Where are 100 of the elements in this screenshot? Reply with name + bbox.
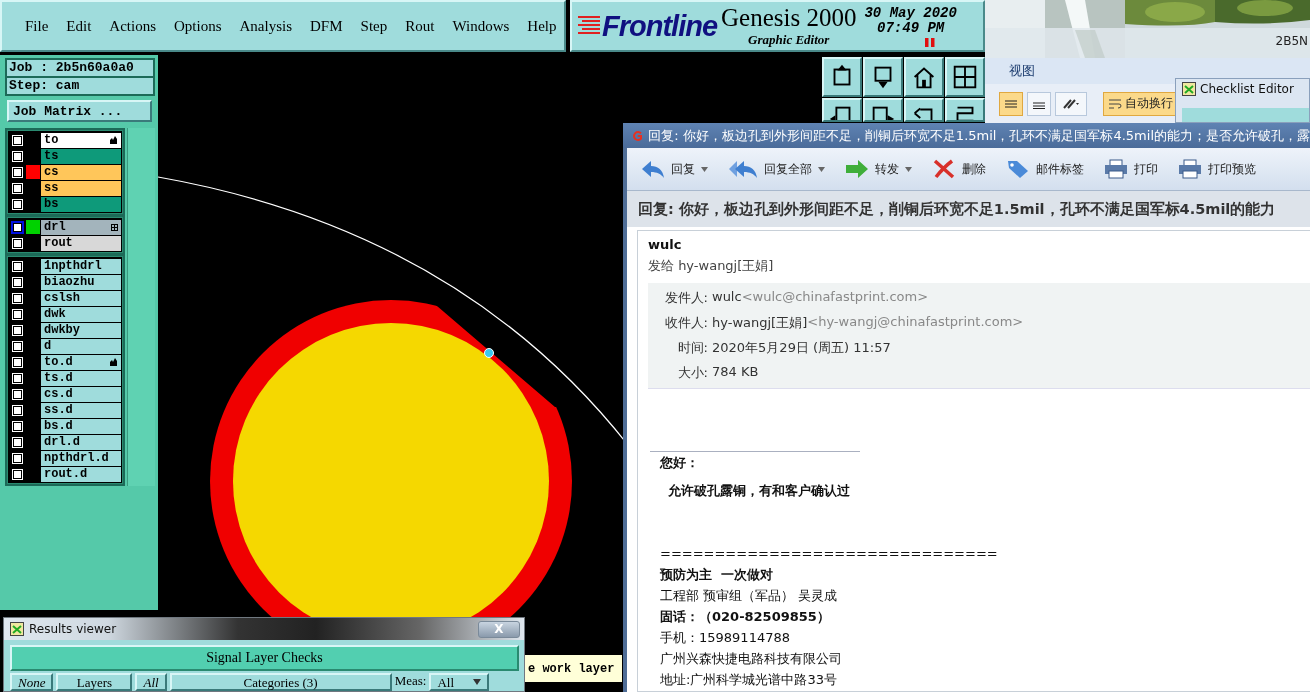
layer-name[interactable]: 1npthdrl bbox=[41, 258, 121, 274]
layer-name[interactable]: rout.d bbox=[41, 466, 121, 482]
body-text: 地址:广州科学城光谱中路33号 bbox=[660, 671, 838, 689]
toolbar-button[interactable] bbox=[945, 57, 985, 97]
layer-checkbox[interactable] bbox=[11, 467, 24, 481]
menu-item[interactable]: Edit bbox=[57, 17, 101, 35]
layer-name[interactable]: dwk bbox=[41, 306, 121, 322]
layer-checkbox[interactable] bbox=[11, 403, 24, 417]
toolbar-button[interactable] bbox=[863, 57, 903, 97]
menu-item[interactable]: File bbox=[16, 17, 58, 35]
menu-item[interactable]: Step bbox=[351, 17, 397, 35]
toolbar-button[interactable] bbox=[904, 98, 944, 122]
layer-name[interactable]: bs bbox=[41, 196, 121, 212]
layer-name[interactable]: to.d bbox=[41, 354, 121, 370]
layer-checkbox[interactable] bbox=[11, 323, 24, 337]
layer-checkbox[interactable] bbox=[11, 387, 24, 401]
filter-button[interactable]: None bbox=[10, 673, 54, 691]
meas-dropdown[interactable]: All bbox=[429, 673, 490, 691]
product-name: Genesis 2000 bbox=[721, 4, 857, 32]
body-text: =============================== bbox=[660, 545, 999, 563]
menu-item[interactable]: Actions bbox=[100, 17, 165, 35]
layer-name[interactable]: cs.d bbox=[41, 386, 121, 402]
layer-name[interactable]: npthdrl.d bbox=[41, 450, 121, 466]
layer-checkbox[interactable] bbox=[11, 435, 24, 449]
toolbar-button[interactable]: 邮件标签 bbox=[1004, 157, 1086, 181]
filter-button[interactable]: Categories (3) bbox=[169, 673, 392, 691]
menu-item[interactable]: Help bbox=[518, 17, 566, 35]
layer-color-swatch[interactable] bbox=[26, 165, 40, 179]
layer-name[interactable]: bs.d bbox=[41, 418, 121, 434]
layer-checkbox[interactable] bbox=[11, 371, 24, 385]
step-label: Step: cam bbox=[7, 78, 153, 94]
layer-name[interactable]: dwkby bbox=[41, 322, 121, 338]
ribbon-tab[interactable]: 视图 bbox=[1009, 62, 1035, 80]
job-label: Job : 2b5n60a0a0 bbox=[7, 60, 153, 76]
toolbar-button[interactable] bbox=[904, 57, 944, 97]
layer-checkbox[interactable] bbox=[11, 220, 24, 234]
header-label: 发件人: bbox=[663, 289, 708, 307]
menu-item[interactable]: Options bbox=[165, 17, 231, 35]
layer-name[interactable]: ts.d bbox=[41, 370, 121, 386]
layer-checkbox[interactable] bbox=[11, 149, 24, 163]
layer-checkbox[interactable] bbox=[11, 339, 24, 353]
toolbar-button[interactable]: 打印 bbox=[1102, 157, 1160, 181]
layer-name[interactable]: ss bbox=[41, 180, 121, 196]
layer-name[interactable]: ss.d bbox=[41, 402, 121, 418]
tag-icon bbox=[1006, 159, 1030, 179]
layer-name[interactable]: rout bbox=[41, 235, 121, 251]
menu-item[interactable]: DFM bbox=[301, 17, 352, 35]
layer-checkbox[interactable] bbox=[11, 275, 24, 289]
layer-name[interactable]: cs bbox=[41, 164, 121, 180]
brand-logo: Frontline bbox=[602, 9, 718, 43]
layer-checkbox[interactable] bbox=[11, 181, 24, 195]
email-address: <hy-wangj@chinafastprint.com> bbox=[807, 314, 1024, 331]
grid-icon bbox=[111, 223, 118, 231]
layer-checkbox[interactable] bbox=[11, 451, 24, 465]
menu-item[interactable]: Windows bbox=[443, 17, 519, 35]
layer-name[interactable]: cslsh bbox=[41, 290, 121, 306]
filter-button[interactable]: Layers bbox=[56, 673, 133, 691]
body-text: 预防为主 一次做对 bbox=[660, 566, 775, 584]
layer-color-swatch[interactable] bbox=[26, 220, 40, 234]
window-title: 2B5N bbox=[1275, 34, 1308, 48]
app-logo-icon bbox=[633, 128, 643, 143]
toolbar-button[interactable]: 回复 bbox=[639, 157, 710, 181]
layer-checkbox[interactable] bbox=[11, 307, 24, 321]
window-icon bbox=[1182, 82, 1196, 96]
layer-name[interactable]: to bbox=[41, 132, 121, 148]
layer-name[interactable]: d bbox=[41, 338, 121, 354]
header-value: wulc bbox=[712, 289, 742, 306]
toolbar-button[interactable] bbox=[945, 98, 985, 122]
layer-name[interactable]: drl bbox=[41, 219, 121, 235]
layer-checkbox[interactable] bbox=[11, 165, 24, 179]
format-icon[interactable] bbox=[1055, 91, 1087, 116]
layer-checkbox[interactable] bbox=[11, 291, 24, 305]
align-icon[interactable] bbox=[1027, 91, 1051, 116]
toolbar-button[interactable]: 打印预览 bbox=[1176, 157, 1258, 181]
layer-checkbox[interactable] bbox=[11, 419, 24, 433]
layer-checkbox[interactable] bbox=[11, 259, 24, 273]
header-label: 大小: bbox=[676, 364, 708, 382]
toolbar-button[interactable] bbox=[863, 98, 903, 122]
window-title: Results viewer bbox=[29, 622, 117, 636]
header-value: hy-wangj[王娟] bbox=[712, 314, 808, 332]
toolbar-button[interactable]: 转发 bbox=[843, 157, 914, 181]
toolbar-button[interactable]: 删除 bbox=[930, 157, 988, 181]
layer-name[interactable]: ts bbox=[41, 148, 121, 164]
menu-item[interactable]: Rout bbox=[396, 17, 444, 35]
layer-checkbox[interactable] bbox=[11, 236, 24, 250]
layer-checkbox[interactable] bbox=[11, 355, 24, 369]
wrap-text-button[interactable]: 自动换行 bbox=[1103, 91, 1178, 116]
align-icon[interactable] bbox=[999, 91, 1023, 116]
printer-icon bbox=[1104, 159, 1128, 179]
layer-name[interactable]: drl.d bbox=[41, 434, 121, 450]
toolbar-button[interactable] bbox=[822, 98, 862, 122]
layer-checkbox[interactable] bbox=[11, 197, 24, 211]
job-matrix-button[interactable]: Job Matrix ... bbox=[7, 100, 152, 122]
toolbar-button[interactable]: 回复全部 bbox=[726, 157, 827, 181]
filter-button[interactable]: All bbox=[135, 673, 167, 691]
layer-checkbox[interactable] bbox=[11, 133, 24, 147]
category-header[interactable]: Signal Layer Checks bbox=[10, 645, 519, 671]
menu-item[interactable]: Analysis bbox=[230, 17, 302, 35]
layer-name[interactable]: biaozhu bbox=[41, 274, 121, 290]
toolbar-button[interactable] bbox=[822, 57, 862, 97]
